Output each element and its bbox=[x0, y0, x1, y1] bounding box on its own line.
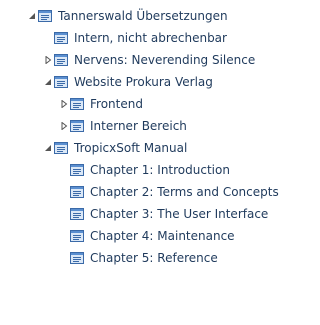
collapsed-arrow-icon[interactable] bbox=[60, 100, 68, 108]
project-icon bbox=[70, 98, 84, 110]
tree-item-label: Website Prokura Verlag bbox=[74, 75, 213, 89]
tree-item[interactable]: Intern, nicht abrechenbar bbox=[0, 27, 307, 49]
tree-item[interactable]: Website Prokura Verlag bbox=[0, 71, 307, 93]
tree-item[interactable]: Chapter 1: Introduction bbox=[0, 159, 307, 181]
tree-item-label: Chapter 2: Terms and Concepts bbox=[90, 185, 279, 199]
project-icon bbox=[54, 76, 68, 88]
project-icon bbox=[70, 230, 84, 242]
tree-item-label: Intern, nicht abrechenbar bbox=[74, 31, 227, 45]
tree-item-label: Frontend bbox=[90, 97, 143, 111]
tree-item-label: Chapter 5: Reference bbox=[90, 251, 218, 265]
tree-item[interactable]: Chapter 4: Maintenance bbox=[0, 225, 307, 247]
tree-item-label: Tannerswald Übersetzungen bbox=[58, 9, 228, 23]
tree-item-label: TropicxSoft Manual bbox=[74, 141, 188, 155]
tree-item[interactable]: Chapter 2: Terms and Concepts bbox=[0, 181, 307, 203]
project-icon bbox=[38, 10, 52, 22]
collapsed-arrow-icon[interactable] bbox=[60, 122, 68, 130]
tree-item[interactable]: Interner Bereich bbox=[0, 115, 307, 137]
tree-item-label: Chapter 4: Maintenance bbox=[90, 229, 235, 243]
tree-item[interactable]: Chapter 3: The User Interface bbox=[0, 203, 307, 225]
tree-item[interactable]: Tannerswald Übersetzungen bbox=[0, 5, 307, 27]
expanded-arrow-icon[interactable] bbox=[28, 12, 36, 20]
project-icon bbox=[70, 164, 84, 176]
project-icon bbox=[70, 186, 84, 198]
project-icon bbox=[54, 32, 68, 44]
tree-item-label: Interner Bereich bbox=[90, 119, 187, 133]
tree-item[interactable]: TropicxSoft Manual bbox=[0, 137, 307, 159]
project-icon bbox=[70, 120, 84, 132]
project-tree: Tannerswald Übersetzungen Intern, nicht a… bbox=[0, 5, 307, 269]
expanded-arrow-icon[interactable] bbox=[44, 144, 52, 152]
collapsed-arrow-icon[interactable] bbox=[44, 56, 52, 64]
tree-item-label: Chapter 3: The User Interface bbox=[90, 207, 269, 221]
tree-item[interactable]: Frontend bbox=[0, 93, 307, 115]
tree-item[interactable]: Nervens: Neverending Silence bbox=[0, 49, 307, 71]
project-icon bbox=[54, 54, 68, 66]
tree-item[interactable]: Chapter 5: Reference bbox=[0, 247, 307, 269]
expanded-arrow-icon[interactable] bbox=[44, 78, 52, 86]
project-icon bbox=[70, 208, 84, 220]
project-icon bbox=[70, 252, 84, 264]
tree-item-label: Chapter 1: Introduction bbox=[90, 163, 230, 177]
project-icon bbox=[54, 142, 68, 154]
tree-item-label: Nervens: Neverending Silence bbox=[74, 53, 256, 67]
